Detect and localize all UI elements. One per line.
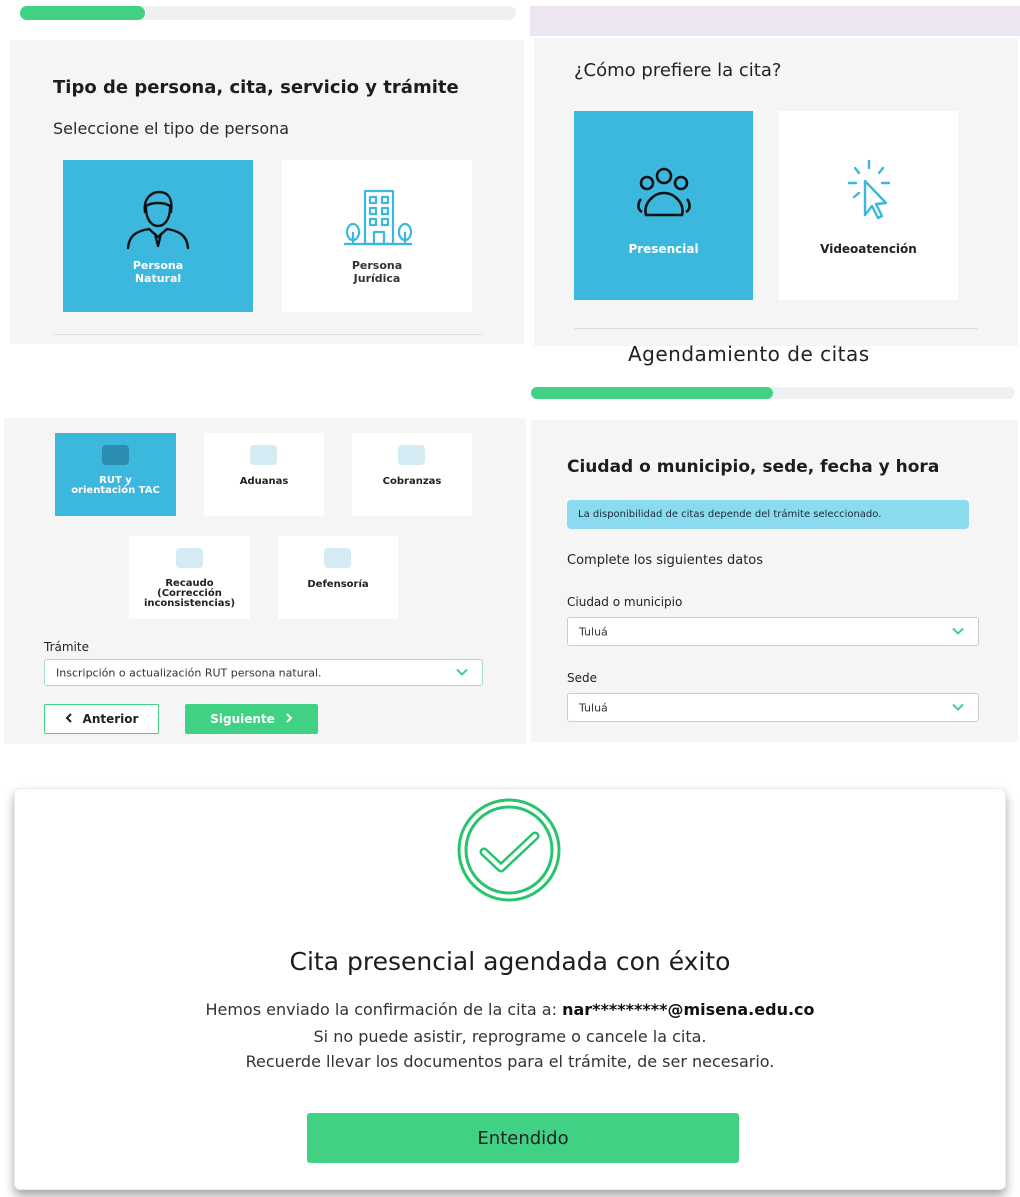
service-icon (324, 548, 351, 568)
service-recaudo[interactable]: Recaudo (Corrección inconsistencias) (129, 536, 250, 619)
info-banner: La disponibilidad de citas depende del t… (567, 500, 969, 529)
building-icon (342, 188, 414, 250)
option-label-line1: Persona (351, 259, 403, 272)
chevron-right-icon (285, 712, 293, 726)
tramite-select[interactable]: Inscripción o actualización RUT persona … (44, 659, 483, 686)
service-icon (176, 548, 203, 568)
siguiente-label: Siguiente (210, 712, 275, 726)
group-people-icon (636, 166, 692, 222)
confirmation-title: Cita presencial agendada con éxito (289, 947, 731, 976)
service-rut-orientacion[interactable]: RUT y orientación TAC (55, 433, 176, 516)
chevron-down-icon (952, 625, 964, 638)
check-circle-icon (447, 795, 571, 909)
city-select[interactable]: Tuluá (567, 617, 979, 646)
progress-bar-persona (20, 6, 516, 20)
option-videoatencion[interactable]: Videoatención (779, 111, 958, 300)
top-bar-lavender (530, 6, 1020, 36)
ubicacion-subtitle: Complete los siguientes datos (567, 553, 764, 568)
service-defensoria[interactable]: Defensoría (278, 536, 398, 619)
ubicacion-title: Ciudad o municipio, sede, fecha y hora (567, 457, 940, 477)
confirmation-email: nar*********@misena.edu.co (562, 1000, 815, 1019)
service-aduanas[interactable]: Aduanas (204, 433, 324, 516)
chevron-down-icon (456, 666, 468, 679)
progress-fill-agendamiento (531, 387, 773, 399)
panel-subtitle: Seleccione el tipo de persona (53, 119, 290, 138)
service-cobranzas[interactable]: Cobranzas (352, 433, 472, 516)
sede-label: Sede (567, 671, 597, 685)
entendido-button[interactable]: Entendido (307, 1113, 739, 1163)
anterior-label: Anterior (82, 712, 139, 726)
tramite-select-value: Inscripción o actualización RUT persona … (56, 666, 322, 679)
option-presencial[interactable]: Presencial (574, 111, 753, 300)
panel-ubicacion: Ciudad o municipio, sede, fecha y hora L… (531, 420, 1018, 742)
progress-bar-agendamiento (531, 387, 1015, 399)
confirmation-line1: Hemos enviado la confirmación de la cita… (15, 1000, 1005, 1019)
panel-divider (53, 334, 483, 335)
option-label-line2: Natural (134, 272, 182, 285)
chevron-left-icon (65, 712, 73, 726)
progress-fill-persona (20, 6, 145, 20)
entendido-label: Entendido (477, 1127, 569, 1149)
panel-tipo-persona: Tipo de persona, cita, servicio y trámit… (10, 40, 524, 344)
option-persona-natural[interactable]: Persona Natural (63, 160, 253, 312)
service-label-line1: Defensoría (307, 579, 369, 590)
section-title-agendamiento: Agendamiento de citas (628, 342, 870, 366)
person-user-icon (122, 188, 194, 254)
confirmation-line3: Recuerde llevar los documentos para el t… (245, 1052, 775, 1071)
service-icon (250, 445, 277, 465)
panel-title: Tipo de persona, cita, servicio y trámit… (53, 77, 459, 98)
service-icon (102, 445, 129, 465)
tramite-label: Trámite (44, 640, 89, 654)
anterior-button[interactable]: Anterior (44, 704, 159, 734)
siguiente-button[interactable]: Siguiente (185, 704, 318, 734)
service-icon (398, 445, 425, 465)
confirmation-line1-prefix: Hemos enviado la confirmación de la cita… (205, 1000, 557, 1019)
chevron-down-icon (952, 701, 964, 714)
sede-select-value: Tuluá (579, 701, 608, 714)
service-label-line2: orientación TAC (71, 485, 160, 496)
city-label: Ciudad o municipio (567, 595, 683, 609)
option-persona-juridica[interactable]: Persona Jurídica (282, 160, 472, 312)
option-label-line2: Jurídica (353, 272, 401, 285)
option-label: Presencial (628, 242, 699, 256)
city-select-value: Tuluá (579, 625, 608, 638)
service-label-line1: Aduanas (239, 476, 289, 487)
service-label-line1: Cobranzas (382, 476, 442, 487)
info-banner-text: La disponibilidad de citas depende del t… (578, 509, 882, 520)
service-label-line3: inconsistencias) (143, 598, 236, 609)
panel-divider (574, 328, 978, 329)
cita-question: ¿Cómo prefiere la cita? (574, 60, 782, 81)
cursor-click-icon (841, 159, 897, 225)
confirmation-line2: Si no puede asistir, reprograme o cancel… (313, 1027, 707, 1046)
confirmation-modal: Cita presencial agendada con éxito Hemos… (14, 788, 1006, 1190)
sede-select[interactable]: Tuluá (567, 693, 979, 722)
option-label-line1: Persona (132, 259, 184, 272)
panel-modalidad-cita: ¿Cómo prefiere la cita? Presencial Video… (534, 38, 1018, 346)
panel-servicio-tramite: RUT y orientación TAC Aduanas Cobranzas … (4, 418, 526, 744)
option-label: Videoatención (820, 242, 917, 256)
